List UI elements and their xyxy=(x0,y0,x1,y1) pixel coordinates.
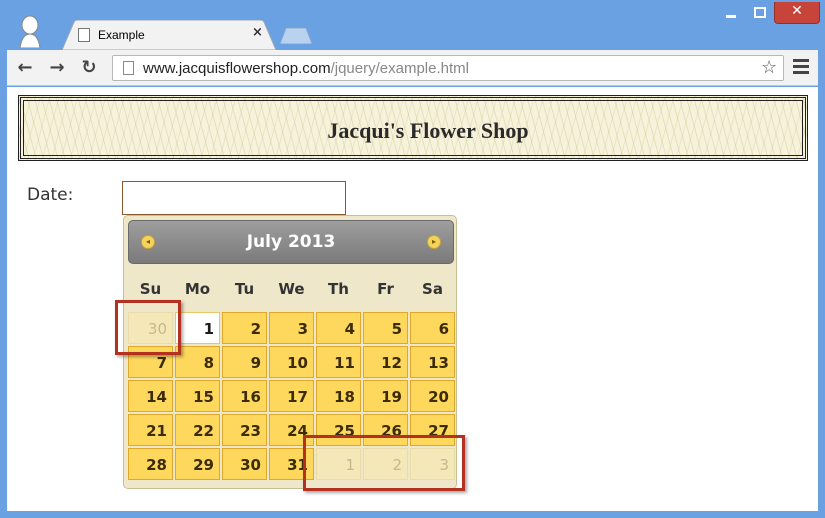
other-month-day-cell: 30 xyxy=(128,312,173,344)
day-cell[interactable]: 3 xyxy=(269,312,314,344)
day-cell[interactable]: 1 xyxy=(175,312,220,344)
tab-close-icon[interactable]: × xyxy=(252,25,263,40)
weekday-mo: Mo xyxy=(184,280,211,298)
day-cell[interactable]: 25 xyxy=(316,414,361,446)
page-title: Jacqui's Flower Shop xyxy=(327,118,529,143)
weekday-fr: Fr xyxy=(377,280,394,298)
browser-tab[interactable]: Example × xyxy=(62,20,278,50)
day-cell[interactable]: 13 xyxy=(410,346,455,378)
day-cell[interactable]: 24 xyxy=(269,414,314,446)
day-cell[interactable]: 2 xyxy=(222,312,267,344)
day-cell[interactable]: 15 xyxy=(175,380,220,412)
day-cell[interactable]: 27 xyxy=(410,414,455,446)
datepicker: ◂ July 2013 ▸ Su Mo Tu We Th Fr Sa 30 1 2 3 4 5 6 7 8 9… xyxy=(123,215,457,489)
day-cell[interactable]: 14 xyxy=(128,380,173,412)
page-icon xyxy=(123,61,134,75)
day-cell[interactable]: 22 xyxy=(175,414,220,446)
day-cell[interactable]: 31 xyxy=(269,448,314,480)
date-input[interactable] xyxy=(122,181,346,215)
forward-arrow-icon[interactable]: → xyxy=(47,58,67,78)
minimize-button[interactable] xyxy=(716,2,746,24)
day-cell[interactable]: 18 xyxy=(316,380,361,412)
close-icon: ✕ xyxy=(791,3,803,19)
day-cell[interactable]: 5 xyxy=(363,312,408,344)
url-path: /jquery/example.html xyxy=(330,60,469,77)
day-cell[interactable]: 20 xyxy=(410,380,455,412)
browser-toolbar: ← → ↻ www.jacquisflowershop.com/jquery/e… xyxy=(7,50,818,86)
day-cell[interactable]: 19 xyxy=(363,380,408,412)
user-profile-icon[interactable] xyxy=(14,14,48,48)
date-label: Date: xyxy=(27,185,74,205)
window-close-button[interactable]: ✕ xyxy=(774,2,820,24)
page-icon xyxy=(78,28,90,42)
day-cell[interactable]: 10 xyxy=(269,346,314,378)
day-cell[interactable]: 8 xyxy=(175,346,220,378)
next-month-icon[interactable]: ▸ xyxy=(427,235,441,249)
page-content: Jacqui's Flower Shop Date: ◂ July 2013 ▸… xyxy=(7,87,818,511)
day-cell[interactable]: 4 xyxy=(316,312,361,344)
address-bar[interactable]: www.jacquisflowershop.com/jquery/example… xyxy=(112,55,784,81)
day-cell[interactable]: 21 xyxy=(128,414,173,446)
other-month-day-cell: 1 xyxy=(316,448,361,480)
day-cell[interactable]: 16 xyxy=(222,380,267,412)
day-cell[interactable]: 30 xyxy=(222,448,267,480)
weekday-tu: Tu xyxy=(234,280,255,298)
bookmark-star-icon[interactable]: ☆ xyxy=(761,57,777,78)
new-tab-button[interactable] xyxy=(280,28,312,44)
weekday-sa: Sa xyxy=(422,280,443,298)
day-cell[interactable]: 23 xyxy=(222,414,267,446)
weekday-su: Su xyxy=(139,280,162,298)
tab-title: Example xyxy=(98,28,145,42)
other-month-day-cell: 3 xyxy=(410,448,455,480)
day-cell[interactable]: 6 xyxy=(410,312,455,344)
day-cell[interactable]: 26 xyxy=(363,414,408,446)
title-bar: Example × ✕ xyxy=(0,0,825,50)
month-year-title: July 2013 xyxy=(246,232,336,252)
other-month-day-cell: 2 xyxy=(363,448,408,480)
weekday-th: Th xyxy=(328,280,349,298)
day-cell[interactable]: 17 xyxy=(269,380,314,412)
menu-icon[interactable] xyxy=(793,59,809,75)
day-cell[interactable]: 29 xyxy=(175,448,220,480)
weekday-we: We xyxy=(278,280,305,298)
url-text[interactable]: www.jacquisflowershop.com/jquery/example… xyxy=(143,60,469,77)
back-arrow-icon[interactable]: ← xyxy=(15,58,35,78)
day-cell[interactable]: 12 xyxy=(363,346,408,378)
maximize-button[interactable] xyxy=(746,2,774,24)
shop-banner: Jacqui's Flower Shop xyxy=(18,95,808,161)
reload-icon[interactable]: ↻ xyxy=(79,58,99,78)
url-host: www.jacquisflowershop.com xyxy=(143,60,331,77)
datepicker-header: ◂ July 2013 ▸ xyxy=(128,220,454,264)
day-cell[interactable]: 9 xyxy=(222,346,267,378)
day-cell[interactable]: 28 xyxy=(128,448,173,480)
day-cell[interactable]: 7 xyxy=(128,346,173,378)
day-cell[interactable]: 11 xyxy=(316,346,361,378)
